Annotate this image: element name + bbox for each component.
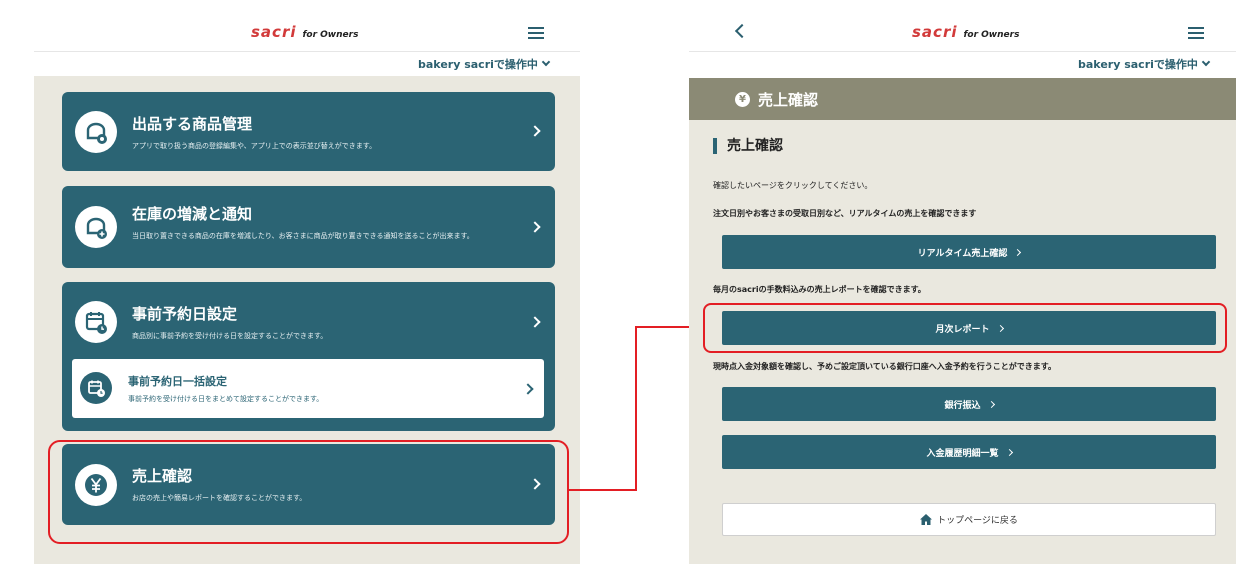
sub-card-description: 事前予約を受け付ける日をまとめて設定することができます。 xyxy=(128,395,324,403)
connector-line-h1 xyxy=(569,489,637,491)
hamburger-menu-icon[interactable] xyxy=(1188,27,1204,39)
brand-name: sacri xyxy=(912,23,958,41)
calendar-clock-icon xyxy=(75,301,117,343)
connector-line-v xyxy=(635,326,637,491)
chevron-right-icon xyxy=(1014,248,1022,256)
store-selector[interactable]: bakery sacriで操作中 xyxy=(418,56,551,72)
brand-name: sacri xyxy=(251,23,297,41)
button-label: 入金履歴明細一覧 xyxy=(926,448,999,459)
card-description: 商品別に事前予約を受け付ける日を設定することができます。 xyxy=(132,332,328,340)
chevron-down-icon xyxy=(1201,57,1211,67)
brand-logo[interactable]: sacri for Owners xyxy=(912,23,1019,43)
home-icon xyxy=(920,514,933,525)
page-banner: ¥ 売上確認 xyxy=(689,78,1236,120)
bread-gear-icon xyxy=(75,111,117,153)
chevron-right-icon xyxy=(529,316,541,328)
store-label: bakery sacriで操作中 xyxy=(1078,58,1198,71)
sub-card-title: 事前予約日一括設定 xyxy=(128,375,227,388)
card-title: 出品する商品管理 xyxy=(132,115,253,133)
card-title: 在庫の増減と通知 xyxy=(132,205,253,223)
brand-sub: for Owners xyxy=(963,30,1020,40)
bank-transfer-button[interactable]: 銀行振込 xyxy=(722,387,1216,421)
back-arrow-icon[interactable] xyxy=(733,22,747,40)
card-title: 事前予約日設定 xyxy=(132,305,238,323)
payment-history-button[interactable]: 入金履歴明細一覧 xyxy=(722,435,1216,469)
button-label: 銀行振込 xyxy=(944,400,981,411)
brand-logo[interactable]: sacri for Owners xyxy=(251,23,358,43)
banner-title: 売上確認 xyxy=(758,91,819,109)
bulk-preorder-card[interactable]: 事前予約日一括設定 事前予約を受け付ける日をまとめて設定することができます。 xyxy=(72,359,544,418)
chevron-right-icon xyxy=(522,383,534,395)
button-label: リアルタイム売上確認 xyxy=(917,248,1008,259)
calendar-clock-icon xyxy=(80,372,112,404)
back-to-top-button[interactable]: トップページに戻る xyxy=(722,503,1216,536)
highlight-monthly-report xyxy=(703,303,1227,353)
connector-line-h2 xyxy=(635,326,695,328)
card-description: 当日取り置きできる商品の在庫を増減したり、お客さまに商品が取り置きできる通知を送… xyxy=(132,232,474,240)
right-header: sacri for Owners xyxy=(689,0,1236,52)
section-text-bank: 現時点入金対象額を確認し、予めご設定頂いている銀行口座へ入金予約を行うことができ… xyxy=(713,362,1056,371)
brand-sub: for Owners xyxy=(302,30,359,40)
store-selector[interactable]: bakery sacriで操作中 xyxy=(1078,56,1211,72)
stock-notification-card[interactable]: 在庫の増減と通知 当日取り置きできる商品の在庫を増減したり、お客さまに商品が取り… xyxy=(62,186,555,268)
section-text-realtime: 注文日別やお客さまの受取日別など、リアルタイムの売上を確認できます xyxy=(713,209,977,218)
chevron-right-icon xyxy=(1005,448,1013,456)
chevron-right-icon xyxy=(987,400,995,408)
realtime-sales-button[interactable]: リアルタイム売上確認 xyxy=(722,235,1216,269)
card-description: アプリで取り扱う商品の登録編集や、アプリ上での表示並び替えができます。 xyxy=(132,142,377,150)
page-title: 売上確認 xyxy=(713,138,783,154)
bread-plus-icon xyxy=(75,206,117,248)
button-label: トップページに戻る xyxy=(937,516,1018,526)
intro-text: 確認したいページをクリックしてください。 xyxy=(713,181,873,190)
left-header: sacri for Owners xyxy=(34,0,580,52)
yen-icon: ¥ xyxy=(735,92,750,107)
chevron-right-icon xyxy=(529,221,541,233)
store-label: bakery sacriで操作中 xyxy=(418,58,538,71)
hamburger-menu-icon[interactable] xyxy=(528,27,544,39)
product-management-card[interactable]: 出品する商品管理 アプリで取り扱う商品の登録編集や、アプリ上での表示並び替えがで… xyxy=(62,92,555,171)
chevron-right-icon xyxy=(529,125,541,137)
highlight-sales-card xyxy=(48,440,569,544)
section-text-monthly: 毎月のsacriの手数料込みの売上レポートを確認できます。 xyxy=(713,285,926,294)
chevron-down-icon xyxy=(541,57,551,67)
